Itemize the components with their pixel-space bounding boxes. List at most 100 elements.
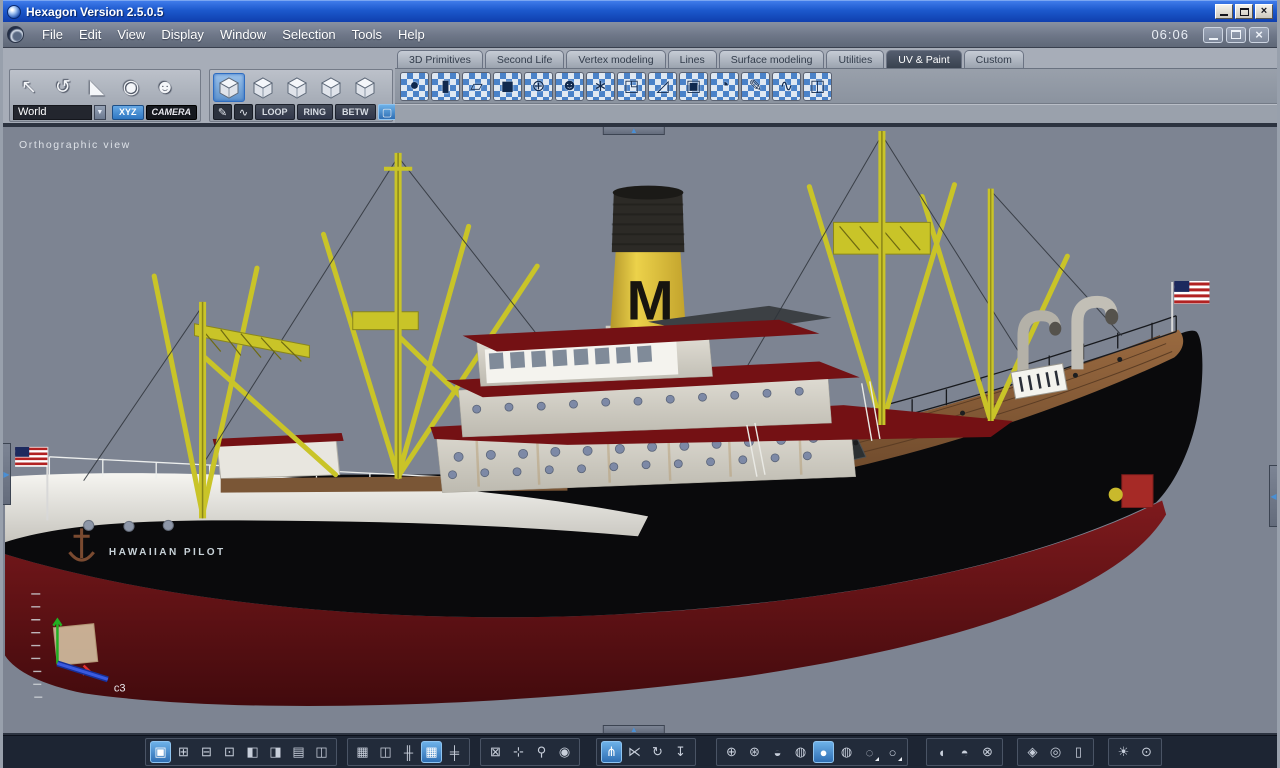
rotate-tool-icon[interactable]: ↺ [47, 73, 79, 102]
hiddenline-display-icon[interactable]: ⊛ [744, 741, 765, 763]
layout-single-icon[interactable]: ▣ [150, 741, 171, 763]
select-object-mode-icon[interactable] [213, 73, 245, 102]
collapse-top-handle[interactable]: ▲ [602, 127, 665, 135]
pan-view-icon[interactable]: ⊹ [508, 741, 529, 763]
tab-vertex-modeling[interactable]: Vertex modeling [566, 50, 666, 68]
select-faces-mode-icon[interactable] [315, 73, 347, 102]
paint-select-icon[interactable]: ✎ [213, 104, 232, 120]
textured-display-icon[interactable]: ◍ [836, 741, 857, 763]
render-preview-icon[interactable]: ☀ [1113, 741, 1134, 763]
rotate-manipulator-icon[interactable]: ↻ [647, 741, 668, 763]
menu-item[interactable]: Selection [274, 24, 343, 45]
look-view-icon[interactable]: ◉ [554, 741, 575, 763]
camera-axis-button[interactable]: CAMERA [145, 104, 197, 120]
close-window-button[interactable]: × [1255, 4, 1273, 19]
grid-yz-plane-icon[interactable]: ╪ [444, 741, 465, 763]
menu-item[interactable]: Window [212, 24, 274, 45]
flat-display-icon[interactable]: ◒ [767, 741, 788, 763]
collapse-right-handle[interactable]: ◀ [1269, 465, 1277, 527]
double-sided-icon[interactable]: ◓ [954, 741, 975, 763]
backface-culling-icon[interactable]: ◖ [931, 741, 952, 763]
uv-planar-projection-icon[interactable]: ▱ [462, 71, 491, 101]
loop-select-button[interactable]: LOOP [255, 104, 295, 120]
translate-manipulator-icon[interactable]: ⋉ [624, 741, 645, 763]
uv-relax-icon[interactable]: ▣ [679, 71, 708, 101]
rectangle-marquee-icon[interactable]: ▢ [377, 104, 397, 120]
paint-brush-icon[interactable]: ✎ [741, 71, 770, 101]
layout-two-rows-icon[interactable]: ▤ [288, 741, 309, 763]
layout-quad-icon[interactable]: ⊞ [173, 741, 194, 763]
material-display-icon[interactable]: ◌ [859, 741, 880, 763]
menu-item[interactable]: Display [153, 24, 212, 45]
screenshot-camera-icon[interactable]: ⊙ [1136, 741, 1157, 763]
object-snap-icon[interactable]: ◫ [375, 741, 396, 763]
wire-shaded-display-icon[interactable]: ◍ [790, 741, 811, 763]
world-dropdown-arrow-icon[interactable]: ▼ [93, 104, 106, 120]
ship-model-canvas[interactable]: M HAWAIIAN PILOT c3 [3, 127, 1277, 733]
universal-transform-icon[interactable]: ◉ [115, 73, 147, 102]
uv-editor-icon[interactable]: ◫ [803, 71, 832, 101]
layout-split-left-icon[interactable]: ◧ [242, 741, 263, 763]
title-bar[interactable]: Hexagon Version 2.5.0.5 × [3, 0, 1277, 22]
select-multi-mode-icon[interactable] [349, 73, 381, 102]
layout-three-top-icon[interactable]: ⊡ [219, 741, 240, 763]
grid-xz-plane-icon[interactable]: ╫ [398, 741, 419, 763]
tab-uv-paint[interactable]: UV & Paint [886, 50, 962, 68]
scale-tool-icon[interactable]: ◣ [81, 73, 113, 102]
minimize-document-button[interactable] [1203, 26, 1223, 43]
layout-two-columns-icon[interactable]: ◫ [311, 741, 332, 763]
uv-panels-icon[interactable]: ▯ [1068, 741, 1089, 763]
universal-manipulator-icon[interactable]: ⋔ [601, 741, 622, 763]
cylinder-object-icon[interactable]: ◎ [1045, 741, 1066, 763]
tab-surface-modeling[interactable]: Surface modeling [718, 50, 825, 68]
menu-item[interactable]: Edit [71, 24, 109, 45]
drop-tool-icon[interactable]: ↧ [670, 741, 691, 763]
layout-three-bottom-icon[interactable]: ⊟ [196, 741, 217, 763]
menu-item[interactable]: File [34, 24, 71, 45]
lighting-display-icon[interactable]: ○ [882, 741, 903, 763]
world-space-select[interactable]: World [13, 104, 92, 120]
symmetry-icon[interactable]: ⊗ [977, 741, 998, 763]
move-tool-icon[interactable]: ↖ [13, 73, 45, 102]
smooth-display-icon[interactable]: ● [813, 741, 834, 763]
uv-cylinder-projection-icon[interactable]: ▮ [431, 71, 460, 101]
close-document-button[interactable]: × [1249, 26, 1269, 43]
wireframe-display-icon[interactable]: ⊕ [721, 741, 742, 763]
menu-item[interactable]: Tools [344, 24, 390, 45]
layout-split-right-icon[interactable]: ◨ [265, 741, 286, 763]
uv-sphere-projection-icon[interactable]: ● [400, 71, 429, 101]
uv-pin-icon[interactable]: ◿ [648, 71, 677, 101]
tab-3d-primitives[interactable]: 3D Primitives [397, 50, 483, 68]
grid-xy-plane-icon[interactable]: ▦ [421, 741, 442, 763]
maximize-window-button[interactable] [1235, 4, 1253, 19]
zoom-view-icon[interactable]: ⚲ [531, 741, 552, 763]
wireframe-object-icon[interactable]: ◈ [1022, 741, 1043, 763]
select-points-mode-icon[interactable] [247, 73, 279, 102]
xyz-axis-button[interactable]: XYZ [111, 104, 144, 120]
uv-flip-plane-icon[interactable]: ◳ [617, 71, 646, 101]
uv-box-projection-icon[interactable]: ◼ [493, 71, 522, 101]
minimize-window-button[interactable] [1215, 4, 1233, 19]
uv-spherical-mapping-icon[interactable]: ⊕ [524, 71, 553, 101]
menu-item[interactable]: View [109, 24, 153, 45]
maximize-document-button[interactable] [1226, 26, 1246, 43]
paint-airbrush-icon[interactable]: ∿ [772, 71, 801, 101]
ghost-mode-icon[interactable]: ☻ [149, 73, 181, 102]
tab-custom[interactable]: Custom [963, 50, 1024, 68]
uv-unfold-icon[interactable]: ∗ [586, 71, 615, 101]
uv-rotate-icon[interactable]: ◔ [710, 71, 739, 101]
viewport-3d[interactable]: M HAWAIIAN PILOT c3 Orthographic view ▲ … [3, 125, 1277, 735]
grid-magnet-icon[interactable]: ▦ [352, 741, 373, 763]
uv-unwrap-head-icon[interactable]: ☻ [555, 71, 584, 101]
tab-second-life[interactable]: Second Life [484, 50, 565, 68]
collapse-left-handle[interactable]: ▶ [3, 443, 11, 505]
tab-utilities[interactable]: Utilities [826, 50, 885, 68]
between-select-button[interactable]: BETW [335, 104, 376, 120]
soft-select-icon[interactable]: ∿ [234, 104, 253, 120]
menu-item[interactable]: Help [390, 24, 433, 45]
select-edges-mode-icon[interactable] [281, 73, 313, 102]
ring-select-button[interactable]: RING [296, 104, 334, 120]
fit-view-icon[interactable]: ⊠ [485, 741, 506, 763]
collapse-bottom-handle[interactable]: ▲ [602, 725, 665, 733]
tab-lines[interactable]: Lines [667, 50, 717, 68]
